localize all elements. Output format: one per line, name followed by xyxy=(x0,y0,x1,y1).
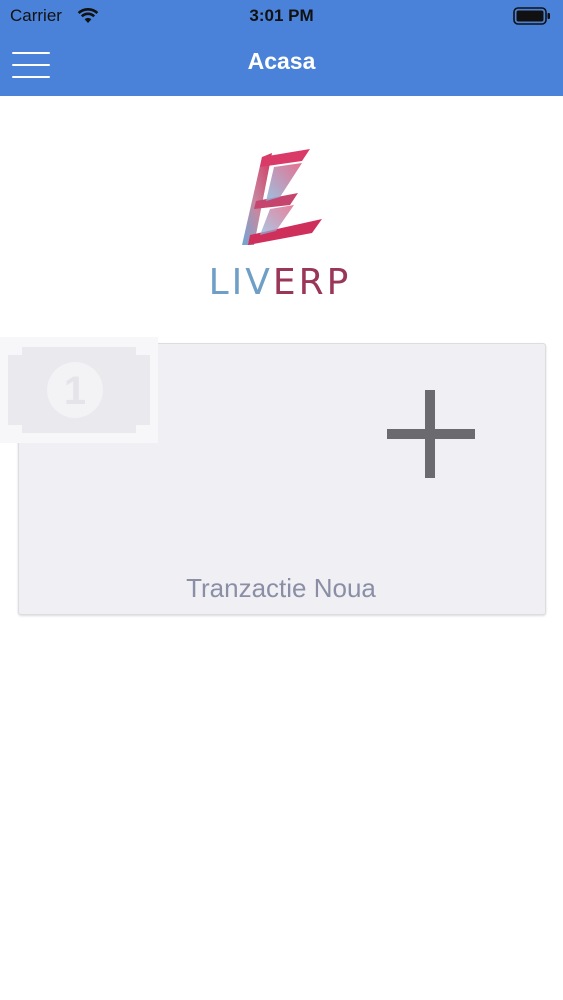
new-transaction-label: Tranzactie Noua xyxy=(186,573,376,603)
logo-text-liv: LIV xyxy=(208,262,273,303)
svg-text:1: 1 xyxy=(64,369,86,413)
logo-text-erp: ERP xyxy=(272,262,352,303)
liverp-logo-mark xyxy=(242,149,322,245)
navigation-bar: Acasa xyxy=(0,34,563,96)
money-bill-icon: 1 xyxy=(0,337,158,443)
status-time: 3:01 PM xyxy=(249,6,314,25)
plus-icon xyxy=(387,390,475,478)
status-bar: Carrier 3:01 PM xyxy=(0,0,563,34)
app-logo: LIVERP xyxy=(190,145,370,305)
battery-icon xyxy=(513,7,550,25)
logo-text: LIVERP xyxy=(190,262,370,303)
page-title: Acasa xyxy=(247,48,316,74)
app-header: Carrier 3:01 PM Acasa xyxy=(0,0,563,96)
